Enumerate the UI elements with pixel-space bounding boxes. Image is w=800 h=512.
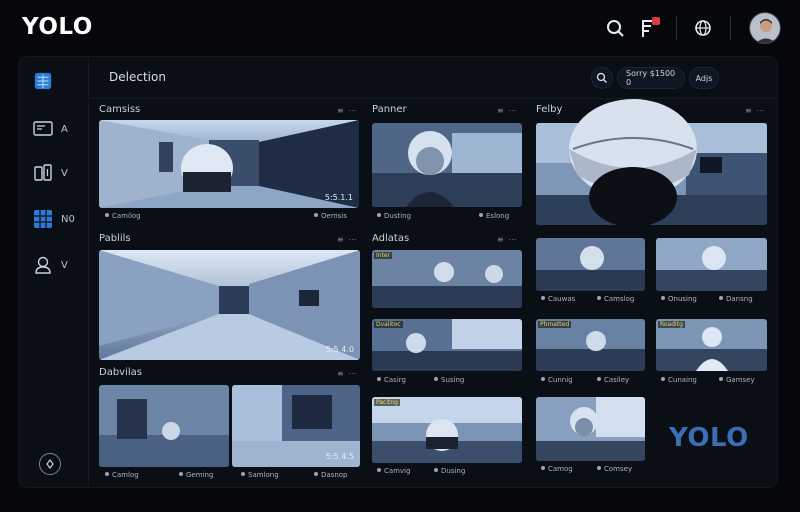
feed-caption: Gamsey: [719, 376, 755, 384]
sidebar-item-label: V: [61, 259, 68, 271]
search-icon: [596, 72, 607, 83]
camera-feed[interactable]: Roaditg: [656, 319, 767, 371]
panel-title: Panner: [372, 104, 407, 115]
camera-grid-icon: [33, 209, 53, 229]
feed-tag: Dvalitoc: [374, 321, 403, 328]
feed-caption: Dasnop: [314, 471, 348, 479]
dome-camera-overlay: [569, 99, 697, 227]
adjust-pill[interactable]: Adjs: [689, 67, 719, 89]
feed-tag: Roaditg: [658, 321, 685, 328]
feed-caption: Camvig: [377, 467, 411, 475]
notification-badge: [652, 17, 660, 25]
camera-feed[interactable]: Dvalitoc: [372, 319, 522, 371]
feed-caption: Camilog: [105, 212, 141, 220]
timestamp: 5:5 4.0: [325, 345, 354, 354]
panel-title: Adlatas: [372, 233, 410, 244]
avatar[interactable]: [749, 12, 781, 44]
camera-feed[interactable]: [372, 123, 522, 207]
camera-feed[interactable]: [536, 238, 645, 291]
sidebar-item-monitor[interactable]: A: [33, 117, 83, 141]
flag-icon[interactable]: [638, 17, 660, 39]
feed-caption: Samlong: [241, 471, 279, 479]
feed-caption: Casirg: [377, 376, 406, 384]
search-icon[interactable]: [604, 17, 626, 39]
camera-feed[interactable]: [536, 397, 645, 461]
feed-caption: Eslong: [479, 212, 509, 220]
feed-caption: Cunnig: [541, 376, 573, 384]
panel-title: Pablils: [99, 233, 131, 244]
panel-controls[interactable]: ≡ ⋯: [497, 235, 517, 244]
feed-caption: Dusting: [377, 212, 411, 220]
panel-title: Felby: [536, 104, 563, 115]
user-icon: [33, 255, 53, 275]
feed-caption: Cauwas: [541, 295, 575, 303]
feed-tag: Phmatted: [538, 321, 572, 328]
camera-feed[interactable]: 5:5.4.5: [232, 385, 360, 467]
search-button[interactable]: [591, 67, 613, 89]
sidebar: A V N0 V: [19, 57, 89, 487]
panel-controls[interactable]: ≡ ⋯: [337, 106, 357, 115]
feed-caption: Oemsis: [314, 212, 347, 220]
filter-pill[interactable]: Sorry $1500 0: [617, 67, 685, 89]
divider: [730, 16, 731, 40]
brand-watermark: YOLO: [669, 423, 749, 453]
monitor-icon: [33, 119, 53, 139]
timestamp: 5:5.1.1: [324, 193, 353, 202]
feed-tag: Pacitng: [374, 399, 400, 406]
top-bar: YOLO: [0, 0, 800, 56]
divider: [676, 16, 677, 40]
feed-caption: Camslog: [597, 295, 634, 303]
panel-title: Dabvilas: [99, 367, 142, 378]
sidebar-item-cameras[interactable]: N0: [33, 207, 83, 231]
panel-controls[interactable]: ≡ ⋯: [497, 106, 517, 115]
camera-feed[interactable]: 5:5 4.0: [99, 250, 360, 360]
feed-caption: Geming: [179, 471, 213, 479]
camera-feed[interactable]: [656, 238, 767, 291]
grid-logo-icon: [33, 71, 53, 91]
feed-caption: Cunaing: [661, 376, 697, 384]
camera-feed[interactable]: Pacitng: [372, 397, 522, 463]
camera-feed[interactable]: Inter: [372, 250, 522, 308]
sidebar-item-label: A: [61, 123, 68, 135]
feed-caption: Casiley: [597, 376, 629, 384]
sidebar-item-home[interactable]: [33, 69, 83, 93]
page-title: Delection: [109, 70, 166, 84]
app-frame: A V N0 V Delection Sorry $1500 0 Adjs Ca…: [18, 56, 778, 488]
camera-feed[interactable]: Phmatted: [536, 319, 645, 371]
camera-feed[interactable]: [99, 385, 229, 467]
feed-caption: Onusing: [661, 295, 697, 303]
app-logo[interactable]: YOLO: [22, 14, 93, 40]
settings-icon[interactable]: [39, 453, 61, 475]
camera-feed[interactable]: 5:5.1.1: [99, 120, 359, 208]
feed-tag: Inter: [374, 252, 393, 259]
timestamp: 5:5.4.5: [325, 452, 354, 461]
sidebar-item-label: N0: [61, 213, 75, 225]
feed-caption: Dansng: [719, 295, 753, 303]
feed-caption: Dusing: [434, 467, 465, 475]
content-header: Delection Sorry $1500 0 Adjs: [89, 57, 777, 99]
feed-caption: Camog: [541, 465, 573, 473]
panel-title: Camsiss: [99, 104, 141, 115]
feed-caption: Susing: [434, 376, 464, 384]
sidebar-item-user[interactable]: V: [33, 253, 83, 277]
device-icon: [33, 163, 53, 183]
panel-controls[interactable]: ≡ ⋯: [337, 235, 357, 244]
feed-caption: Camlog: [105, 471, 139, 479]
panel-controls[interactable]: ≡ ⋯: [337, 369, 357, 378]
sidebar-item-device[interactable]: V: [33, 161, 83, 185]
panel-controls[interactable]: ≡ ⋯: [745, 106, 765, 115]
sidebar-item-label: V: [61, 167, 68, 179]
feed-caption: Comsey: [597, 465, 632, 473]
globe-icon[interactable]: [692, 17, 714, 39]
